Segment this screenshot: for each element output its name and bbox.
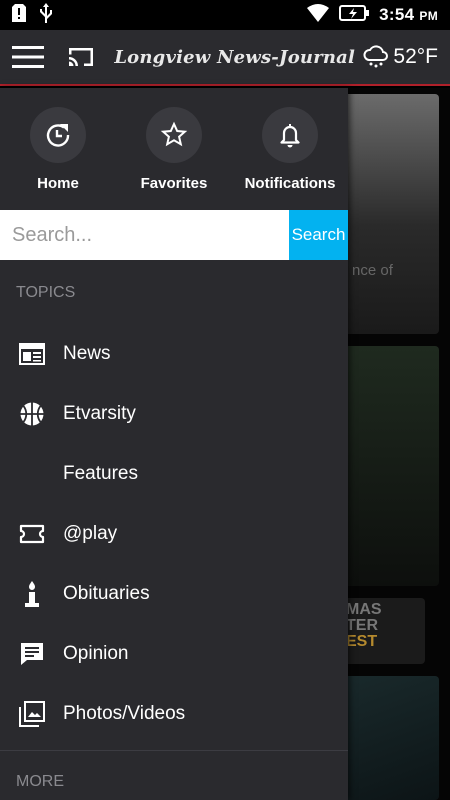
rain-cloud-icon bbox=[363, 45, 389, 68]
divider bbox=[0, 750, 348, 751]
wifi-icon bbox=[307, 3, 330, 27]
notifications-action-circle[interactable] bbox=[262, 107, 318, 163]
nav-item-etvarsity[interactable]: Etvarsity bbox=[0, 384, 348, 444]
app-bar: Longview News-Journal 52°F bbox=[0, 30, 450, 86]
notifications-action[interactable]: Notifications bbox=[232, 88, 348, 210]
topics-header: TOPICS bbox=[16, 284, 76, 301]
promo-text: MAS TER EST bbox=[346, 602, 382, 650]
nav-item-news[interactable]: News bbox=[0, 324, 348, 384]
refresh-home-icon bbox=[46, 124, 70, 147]
nav-item-features[interactable]: Features bbox=[0, 444, 348, 504]
bell-icon bbox=[280, 124, 300, 148]
nav-item-label: Etvarsity bbox=[63, 403, 136, 424]
topics-list: News Etvarsity Features @play Obituaries bbox=[0, 324, 348, 744]
nav-item-opinion[interactable]: Opinion bbox=[0, 624, 348, 684]
menu-icon bbox=[12, 46, 44, 68]
star-icon bbox=[160, 121, 188, 147]
menu-button[interactable] bbox=[0, 29, 56, 85]
more-header: MORE bbox=[16, 773, 64, 790]
nav-item-play[interactable]: @play bbox=[0, 504, 348, 564]
favorites-action-circle[interactable] bbox=[146, 107, 202, 163]
basketball-icon bbox=[0, 401, 63, 427]
app-logo[interactable]: Longview News-Journal bbox=[106, 47, 363, 68]
clock-ampm: PM bbox=[419, 9, 438, 23]
quick-actions: Home Favorites Notifications bbox=[0, 88, 348, 210]
promo-line: MAS bbox=[346, 601, 382, 618]
newspaper-icon bbox=[0, 343, 63, 365]
article-teaser: nce of bbox=[352, 262, 393, 279]
nav-item-label: Obituaries bbox=[63, 583, 150, 604]
cast-icon bbox=[69, 48, 93, 66]
home-action[interactable]: Home bbox=[0, 88, 116, 210]
drawer-search: Search bbox=[0, 210, 348, 260]
clock-time: 3:54 bbox=[379, 5, 415, 24]
nav-item-label: News bbox=[63, 343, 111, 364]
clock: 3:54 PM bbox=[379, 5, 438, 25]
battery-charging-icon bbox=[339, 4, 370, 26]
navigation-drawer: Home Favorites Notifications Search TOPI… bbox=[0, 88, 348, 800]
favorites-action[interactable]: Favorites bbox=[116, 88, 232, 210]
photo-library-icon bbox=[0, 701, 63, 727]
nav-item-label: @play bbox=[63, 523, 118, 544]
nav-item-label: Photos/Videos bbox=[63, 703, 186, 724]
cast-button[interactable] bbox=[56, 29, 106, 85]
status-bar: 3:54 PM bbox=[0, 0, 450, 30]
ticket-icon bbox=[0, 524, 63, 544]
comment-icon bbox=[0, 642, 63, 666]
nav-item-obituaries[interactable]: Obituaries bbox=[0, 564, 348, 624]
search-input[interactable] bbox=[0, 210, 289, 260]
nav-item-label: Opinion bbox=[63, 643, 129, 664]
nav-item-label: Features bbox=[63, 463, 138, 484]
promo-line: TER bbox=[346, 617, 378, 634]
sim-alert-icon bbox=[12, 3, 26, 27]
notifications-label: Notifications bbox=[244, 175, 336, 192]
home-action-circle[interactable] bbox=[30, 107, 86, 163]
weather-button[interactable]: 52°F bbox=[363, 45, 450, 69]
home-label: Home bbox=[37, 175, 79, 192]
search-button[interactable]: Search bbox=[289, 210, 348, 260]
temperature: 52°F bbox=[393, 45, 438, 68]
promo-line: EST bbox=[346, 633, 378, 650]
nav-item-photos-videos[interactable]: Photos/Videos bbox=[0, 684, 348, 744]
usb-icon bbox=[40, 2, 52, 28]
favorites-label: Favorites bbox=[140, 175, 208, 192]
candle-icon bbox=[0, 580, 63, 608]
